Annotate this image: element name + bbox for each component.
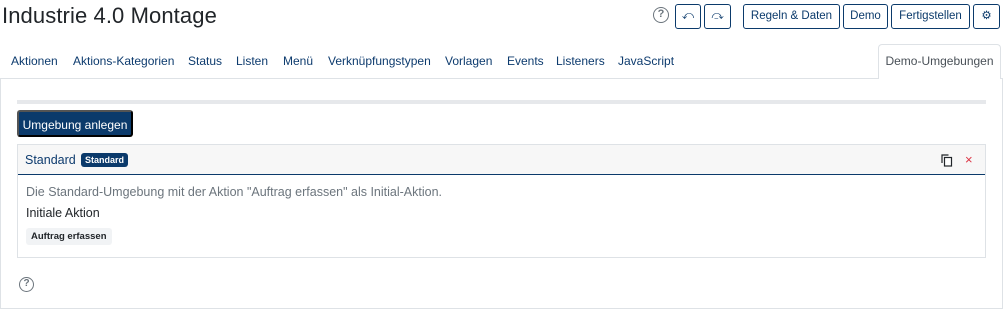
tab-listeners[interactable]: Listeners [556,54,605,68]
initial-action-label: Initiale Aktion [26,206,100,220]
delete-icon[interactable]: × [965,152,973,167]
default-badge: Standard [81,153,129,167]
separator-bar [17,100,986,104]
tab-verknuepfungstypen[interactable]: Verknüpfungstypen [328,54,431,68]
finish-button[interactable]: Fertigstellen [891,4,970,29]
tab-events[interactable]: Events [507,54,544,68]
gear-icon: ⚙ [981,10,992,22]
tab-menu[interactable]: Menü [283,54,313,68]
help-icon[interactable]: ? [653,7,669,23]
rules-data-button[interactable]: Regeln & Daten [743,4,840,29]
page-title: Industrie 4.0 Montage [2,3,217,28]
tab-demo-umgebungen[interactable]: Demo-Umgebungen [878,44,1001,79]
undo-icon: ⤺ [681,10,695,22]
tab-aktions-kategorien[interactable]: Aktions-Kategorien [73,54,174,68]
help-icon-bottom[interactable]: ? [19,277,34,292]
tab-status[interactable]: Status [188,54,222,68]
tab-vorlagen[interactable]: Vorlagen [445,54,492,68]
initial-action-chip: Auftrag erfassen [26,228,112,245]
undo-button[interactable]: ⤺ [675,4,701,29]
environment-card: Standard Standard × Die Standard-Umgebun… [17,144,986,258]
copy-icon[interactable] [941,154,953,167]
tab-aktionen[interactable]: Aktionen [11,54,58,68]
environment-name: Standard [25,153,76,167]
redo-icon: ⤼ [711,10,724,22]
tab-listen[interactable]: Listen [236,54,268,68]
create-environment-button[interactable]: Umgebung anlegen [17,110,133,137]
tab-javascript[interactable]: JavaScript [618,54,674,68]
environment-description: Die Standard-Umgebung mit der Aktion "Au… [26,185,443,199]
redo-button[interactable]: ⤼ [704,4,731,29]
settings-button[interactable]: ⚙ [973,4,1000,29]
environment-card-header: Standard Standard × [18,145,985,175]
tab-bar: Aktionen Aktions-Kategorien Status Liste… [0,44,1003,79]
demo-button[interactable]: Demo [843,4,888,29]
